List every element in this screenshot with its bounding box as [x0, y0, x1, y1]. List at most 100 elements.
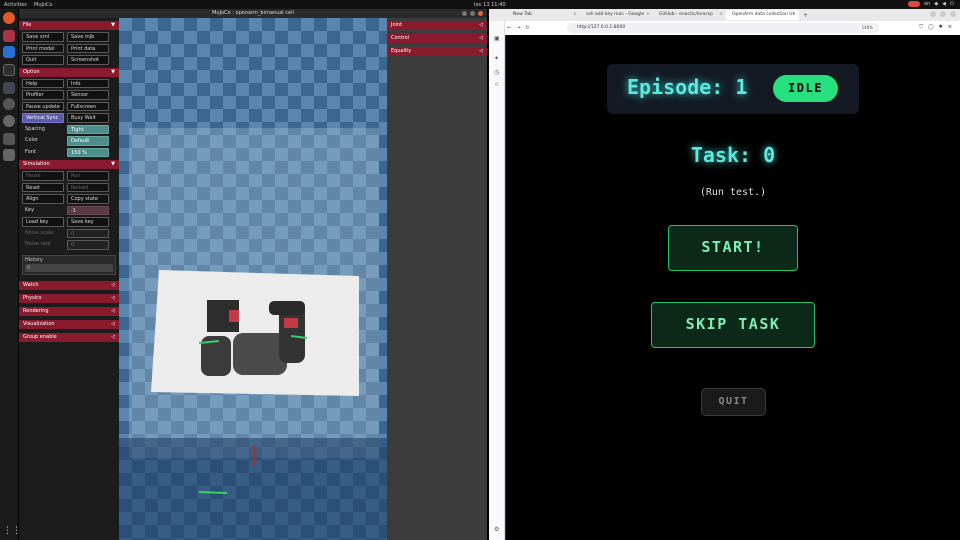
- mujoco-title-bar[interactable]: MuJoCo : openarm_bimanual cell: [19, 9, 487, 18]
- address-bar[interactable]: http://127.0.0.1:8000 140%: [567, 23, 879, 33]
- color-select[interactable]: Default: [67, 136, 109, 146]
- profiler-button[interactable]: Profiler: [22, 90, 64, 100]
- info-button[interactable]: Info: [67, 78, 109, 88]
- ai-chat-icon[interactable]: ✦: [494, 55, 499, 62]
- mujoco-left-panel: File ▼ Save xml Save mjb Print model Prin…: [19, 18, 119, 540]
- section-group-enable[interactable]: Group enable ◁: [19, 332, 119, 342]
- spacing-label: Spacing: [25, 125, 45, 132]
- screenshot-button[interactable]: Screenshot: [67, 55, 109, 65]
- maximize-icon[interactable]: [940, 11, 946, 17]
- section-physics[interactable]: Physics ◁: [19, 293, 119, 303]
- close-icon[interactable]: [478, 11, 483, 16]
- align-button[interactable]: Align: [22, 194, 64, 204]
- simulation-viewport[interactable]: [119, 18, 387, 540]
- sensor-button[interactable]: Sensor: [67, 90, 109, 100]
- run-button[interactable]: Run: [67, 171, 109, 181]
- bookmarks-icon[interactable]: ☆: [494, 81, 499, 88]
- save-mjb-button[interactable]: Save mjb: [67, 32, 109, 42]
- screenshot-icon[interactable]: [3, 82, 15, 94]
- section-joint[interactable]: Joint ◁: [387, 21, 487, 30]
- tab-close-icon[interactable]: ×: [573, 10, 577, 20]
- section-rendering[interactable]: Rendering ◁: [19, 306, 119, 316]
- section-simulation[interactable]: Simulation ▼: [19, 160, 119, 169]
- collapse-arrow-icon: ◁: [111, 307, 115, 314]
- noise-rate-slider[interactable]: 0: [67, 240, 109, 250]
- minimize-icon[interactable]: [462, 11, 467, 16]
- load-key-button[interactable]: Load key: [22, 217, 64, 227]
- settings-icon[interactable]: [3, 115, 15, 127]
- noise-scale-slider[interactable]: 0: [67, 228, 109, 238]
- terminal-icon[interactable]: [3, 64, 15, 76]
- save-xml-button[interactable]: Save xml: [22, 32, 64, 42]
- print-data-button[interactable]: Print data: [67, 43, 109, 53]
- key-label: Key: [25, 206, 35, 213]
- zoom-indicator[interactable]: 140%: [859, 25, 875, 31]
- keyboard-language[interactable]: en: [924, 1, 930, 7]
- episode-panel: Episode: 1 IDLE: [607, 64, 859, 114]
- maximize-icon[interactable]: [470, 11, 475, 16]
- spacing-select[interactable]: Tight: [67, 124, 109, 134]
- pause-update-button[interactable]: Pause update: [22, 101, 64, 111]
- url-text: http://127.0.0.1:8000: [577, 25, 626, 30]
- help-button[interactable]: Help: [22, 78, 64, 88]
- history-slider[interactable]: 0: [25, 263, 113, 272]
- mujoco-window-title: MuJoCo : openarm_bimanual cell: [212, 10, 294, 16]
- account-icon[interactable]: ◯: [928, 24, 934, 30]
- extensions-icon[interactable]: ✱: [939, 24, 943, 30]
- history-control[interactable]: History 0: [22, 254, 116, 275]
- reload-button[interactable]: Reload: [67, 182, 109, 192]
- section-watch[interactable]: Watch ◁: [19, 280, 119, 290]
- sidebar-toggle-icon[interactable]: ▣: [494, 35, 500, 42]
- history-icon[interactable]: ◷: [494, 69, 499, 76]
- font-select[interactable]: 150 %: [67, 147, 109, 157]
- firefox-icon[interactable]: [3, 12, 15, 24]
- section-file[interactable]: File ▼: [19, 21, 119, 30]
- back-icon[interactable]: ←: [507, 25, 511, 31]
- close-icon[interactable]: [950, 11, 956, 17]
- vertical-sync-toggle[interactable]: Vertical Sync: [22, 113, 64, 123]
- mail-icon[interactable]: [3, 30, 15, 42]
- focused-app-name[interactable]: MuJoCo: [34, 2, 53, 8]
- files-icon[interactable]: [3, 133, 15, 145]
- skip-task-button[interactable]: SKIP TASK: [651, 302, 815, 348]
- tab-close-icon[interactable]: ×: [646, 10, 650, 20]
- busy-wait-button[interactable]: Busy Wait: [67, 113, 109, 123]
- sidebar-settings-icon[interactable]: ⚙: [494, 526, 499, 533]
- show-apps-icon[interactable]: ⋮⋮: [3, 525, 21, 537]
- print-model-button[interactable]: Print model: [22, 43, 64, 53]
- start-button[interactable]: START!: [668, 225, 798, 271]
- tab-github[interactable]: GitHub - enactic/lerarxp ×: [653, 10, 726, 20]
- section-equality[interactable]: Equality ◁: [387, 47, 487, 56]
- quit-app-button[interactable]: QUIT: [701, 388, 766, 416]
- recording-indicator-icon[interactable]: [908, 1, 921, 7]
- fullscreen-button[interactable]: Fullscreen: [67, 101, 109, 111]
- power-icon: ⏻: [950, 1, 954, 7]
- key-slider[interactable]: -1: [67, 205, 109, 215]
- minimize-icon[interactable]: [930, 11, 936, 17]
- disk-icon[interactable]: [3, 98, 15, 110]
- reload-icon[interactable]: ↻: [525, 25, 529, 31]
- save-key-button[interactable]: Save key: [67, 217, 109, 227]
- tab-google-search[interactable]: ssh add key mac - Google ×: [580, 10, 653, 20]
- section-visualization[interactable]: Visualization ◁: [19, 319, 119, 329]
- new-tab-button[interactable]: +: [803, 12, 808, 19]
- menu-icon[interactable]: ≡: [948, 24, 952, 30]
- system-clock[interactable]: Ιαν 13 11:40: [474, 2, 506, 8]
- tab-title: ssh add key mac - Google: [586, 12, 645, 17]
- activities-button[interactable]: Activities: [4, 2, 27, 8]
- tab-close-icon[interactable]: ×: [792, 10, 796, 20]
- tab-openarm-ui[interactable]: OpenArm data collection UI ×: [726, 10, 799, 20]
- forward-icon[interactable]: →: [516, 25, 520, 31]
- vscode-icon[interactable]: [3, 46, 15, 58]
- system-tray[interactable]: en ◆ ◀ ⏻: [908, 1, 954, 7]
- quit-button[interactable]: Quit: [22, 55, 64, 65]
- tab-close-icon[interactable]: ×: [719, 10, 723, 20]
- tab-new-tab[interactable]: New Tab ×: [507, 10, 580, 20]
- reset-button[interactable]: Reset: [22, 182, 64, 192]
- copy-state-button[interactable]: Copy state: [67, 194, 109, 204]
- pause-button[interactable]: Pause: [22, 171, 64, 181]
- trash-icon[interactable]: [3, 149, 15, 161]
- section-option[interactable]: Option ▼: [19, 67, 119, 77]
- shield-icon[interactable]: ⛉: [919, 24, 923, 30]
- section-control[interactable]: Control ◁: [387, 34, 487, 43]
